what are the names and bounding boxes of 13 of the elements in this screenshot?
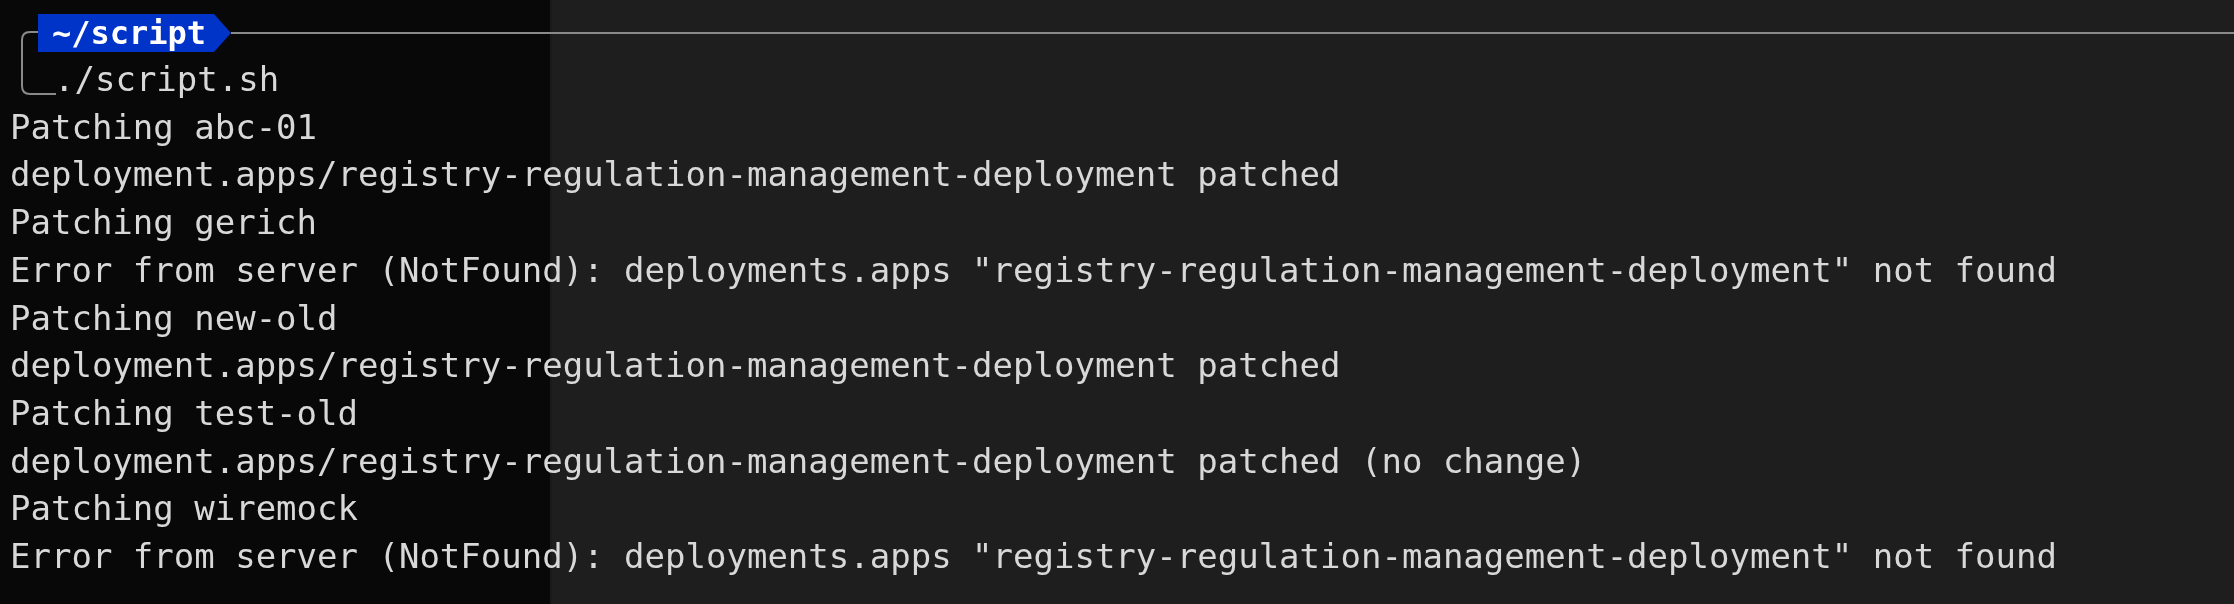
- output-line: Patching new-old: [10, 297, 338, 338]
- output-line: Error from server (NotFound): deployments.apps "registry-regulation-management-deployment" not found: [10, 536, 2057, 577]
- output-line: deployment.apps/registry-regulation-management-deployment patched: [10, 345, 1341, 386]
- output-line: deployment.apps/registry-regulation-management-deployment patched (no change): [10, 440, 1587, 481]
- output-line: deployment.apps/registry-regulation-management-deployment patched: [10, 154, 1341, 195]
- output-line: Patching gerich: [10, 202, 318, 243]
- prompt-path: ~/script: [38, 14, 215, 52]
- command-text: ./script.sh: [54, 59, 280, 99]
- output-line: Patching abc-01: [10, 106, 318, 147]
- output-line: Patching test-old: [10, 392, 358, 433]
- output-line: Patching wiremock: [10, 488, 358, 529]
- prompt-arrow-icon: [214, 14, 232, 52]
- output-line: Error from server (NotFound): deployments.apps "registry-regulation-management-deployment" not found: [10, 249, 2057, 290]
